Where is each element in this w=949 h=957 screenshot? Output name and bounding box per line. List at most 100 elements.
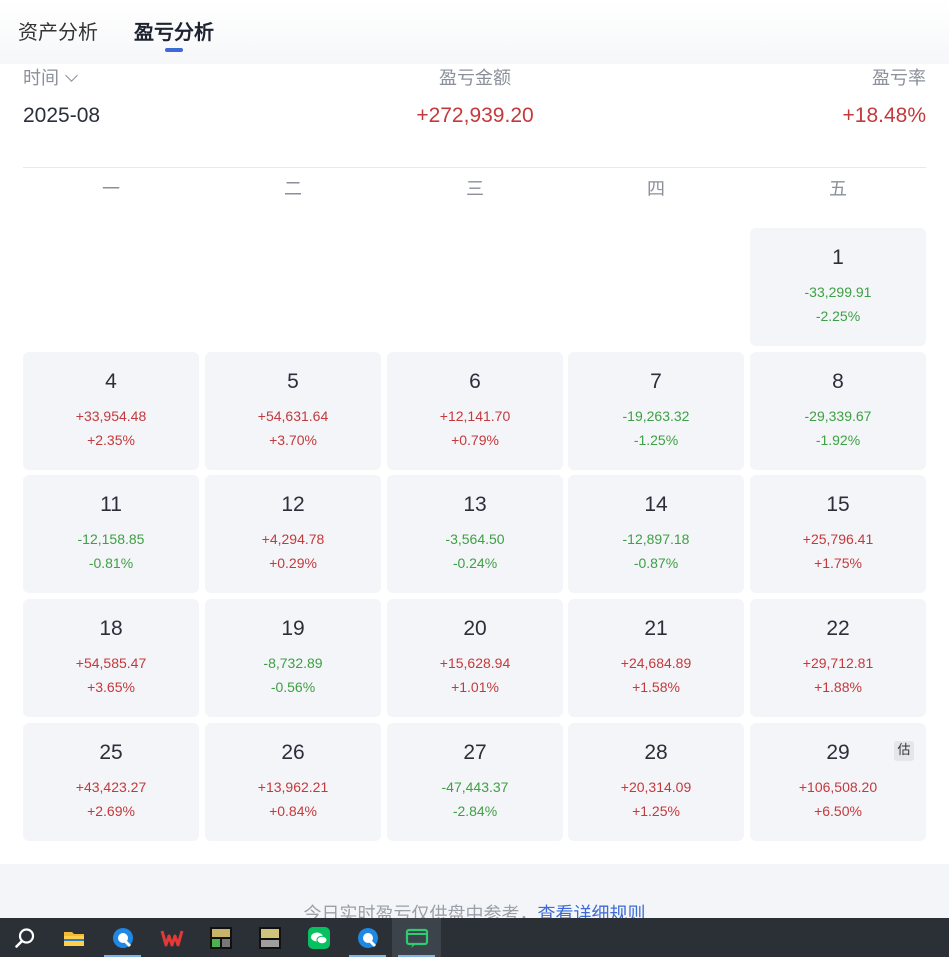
calendar-day-cell[interactable]: 21 +24,684.89 +1.58%: [568, 599, 744, 717]
taskbar-wechat[interactable]: [294, 918, 343, 957]
day-percent: +0.29%: [269, 555, 317, 571]
browser-icon: [112, 927, 133, 948]
calendar-day-cell[interactable]: 20 +15,628.94 +1.01%: [387, 599, 563, 717]
day-percent: -0.81%: [88, 555, 134, 571]
day-percent: +2.35%: [87, 432, 135, 448]
calendar-day-cell[interactable]: 26 +13,962.21 +0.84%: [205, 723, 381, 841]
day-amount: -8,732.89: [263, 655, 323, 671]
taskbar-search[interactable]: [0, 918, 49, 957]
day-number: 6: [469, 370, 481, 393]
day-percent: +6.50%: [814, 803, 862, 819]
tab-label: 资产分析: [18, 20, 98, 44]
calendar-day-cell[interactable]: 6 +12,141.70 +0.79%: [387, 352, 563, 470]
day-percent: +0.84%: [269, 803, 317, 819]
day-amount: -19,263.32: [622, 408, 690, 424]
day-amount: +24,684.89: [620, 655, 692, 671]
day-percent: +0.79%: [451, 432, 499, 448]
taskbar-file-explorer[interactable]: [49, 918, 98, 957]
calendar-day-cell[interactable]: 27 -47,443.37 -2.84%: [387, 723, 563, 841]
day-percent: +1.58%: [632, 679, 680, 695]
tab-asset-analysis[interactable]: 资产分析: [18, 0, 98, 64]
stock-app-icon: [209, 926, 232, 949]
day-number: 1: [832, 246, 844, 269]
chat-app-icon: [405, 928, 428, 948]
day-amount: +13,962.21: [257, 779, 329, 795]
wechat-icon: [307, 926, 330, 949]
day-amount: +43,423.27: [75, 779, 147, 795]
active-tab-indicator: [165, 48, 183, 52]
calendar-day-cell[interactable]: 5 +54,631.64 +3.70%: [205, 352, 381, 470]
day-amount: +106,508.20: [798, 779, 878, 795]
day-number: 15: [826, 493, 850, 516]
day-amount: +20,314.09: [620, 779, 692, 795]
calendar-day-cell[interactable]: 19 -8,732.89 -0.56%: [205, 599, 381, 717]
taskbar-stock-app[interactable]: [196, 918, 245, 957]
day-percent: +1.25%: [632, 803, 680, 819]
day-percent: -1.92%: [815, 432, 861, 448]
day-amount: +25,796.41: [802, 531, 874, 547]
calendar-day-cell[interactable]: 18 +54,585.47 +3.65%: [23, 599, 199, 717]
calendar-day-cell[interactable]: 14 -12,897.18 -0.87%: [568, 475, 744, 593]
day-number: 21: [644, 617, 668, 640]
day-amount: +4,294.78: [261, 531, 325, 547]
taskbar-browser-2[interactable]: [343, 918, 392, 957]
day-percent: -0.87%: [633, 555, 679, 571]
day-number: 7: [650, 370, 662, 393]
wps-office-icon: [160, 930, 183, 946]
calendar-day-cell[interactable]: 4 +33,954.48 +2.35%: [23, 352, 199, 470]
calendar-day-cell[interactable]: 29 +106,508.20 +6.50% 估: [750, 723, 926, 841]
calendar-day-cell[interactable]: 13 -3,564.50 -0.24%: [387, 475, 563, 593]
rate-summary: 盈亏率 +18.48%: [843, 64, 927, 130]
taskbar-wps[interactable]: [147, 918, 196, 957]
day-amount: +15,628.94: [439, 655, 511, 671]
app-window: 资产分析 盈亏分析 时间 2025-08 盈亏金额 +272,939.20 盈亏…: [0, 0, 949, 957]
day-amount: -3,564.50: [445, 531, 505, 547]
calendar-day-cell[interactable]: 1 -33,299.91 -2.25%: [750, 228, 926, 346]
taskbar-chat-app[interactable]: [392, 918, 441, 957]
calendar-day-cell[interactable]: 8 -29,339.67 -1.92%: [750, 352, 926, 470]
day-number: 18: [99, 617, 123, 640]
day-amount: +29,712.81: [802, 655, 874, 671]
browser-icon: [357, 927, 378, 948]
time-label-row: 时间: [23, 66, 100, 92]
day-percent: +1.01%: [451, 679, 499, 695]
day-amount: -29,339.67: [804, 408, 872, 424]
day-percent: -0.56%: [270, 679, 316, 695]
tab-pnl-analysis[interactable]: 盈亏分析: [134, 0, 214, 64]
amount-summary: 盈亏金额 +272,939.20: [413, 64, 537, 130]
footer-note-text: 今日实时盈亏仅供盘中参考，: [303, 904, 538, 918]
day-percent: -2.84%: [452, 803, 498, 819]
calendar-day-cell[interactable]: 11 -12,158.85 -0.81%: [23, 475, 199, 593]
day-amount: +54,631.64: [257, 408, 329, 424]
calendar-day-cell[interactable]: 22 +29,712.81 +1.88%: [750, 599, 926, 717]
taskbar-stock-app-2[interactable]: [245, 918, 294, 957]
weekday-label: 二: [284, 179, 302, 200]
day-amount: -12,897.18: [622, 531, 690, 547]
calendar-day-cell[interactable]: 12 +4,294.78 +0.29%: [205, 475, 381, 593]
taskbar: [0, 918, 949, 957]
tab-label: 盈亏分析: [134, 20, 214, 44]
pnl-summary: 时间 2025-08 盈亏金额 +272,939.20 盈亏率 +18.48%: [23, 64, 926, 168]
day-percent: +2.69%: [87, 803, 135, 819]
day-number: 13: [463, 493, 487, 516]
file-explorer-icon: [63, 931, 84, 946]
stock-app-2-icon: [258, 926, 281, 949]
weekday-label: 一: [102, 179, 120, 200]
view-rules-link[interactable]: 查看详细规则: [538, 904, 646, 918]
amount-value: +272,939.20: [416, 104, 534, 127]
chevron-down-icon[interactable]: [65, 69, 78, 82]
taskbar-browser[interactable]: [98, 918, 147, 957]
calendar-day-cell[interactable]: 25 +43,423.27 +2.69%: [23, 723, 199, 841]
day-amount: +33,954.48: [75, 408, 147, 424]
rate-value: +18.48%: [842, 104, 927, 127]
day-number: 8: [832, 370, 844, 393]
day-number: 12: [281, 493, 305, 516]
day-percent: +1.88%: [814, 679, 862, 695]
calendar-day-cell[interactable]: 7 -19,263.32 -1.25%: [568, 352, 744, 470]
calendar-day-cell[interactable]: 15 +25,796.41 +1.75%: [750, 475, 926, 593]
calendar-day-cell[interactable]: 28 +20,314.09 +1.25%: [568, 723, 744, 841]
footer-note: 今日实时盈亏仅供盘中参考，查看详细规则: [0, 900, 949, 918]
day-percent: +3.65%: [87, 679, 135, 695]
time-selector[interactable]: 时间 2025-08: [23, 64, 100, 130]
tab-bar: 资产分析 盈亏分析: [0, 0, 949, 64]
